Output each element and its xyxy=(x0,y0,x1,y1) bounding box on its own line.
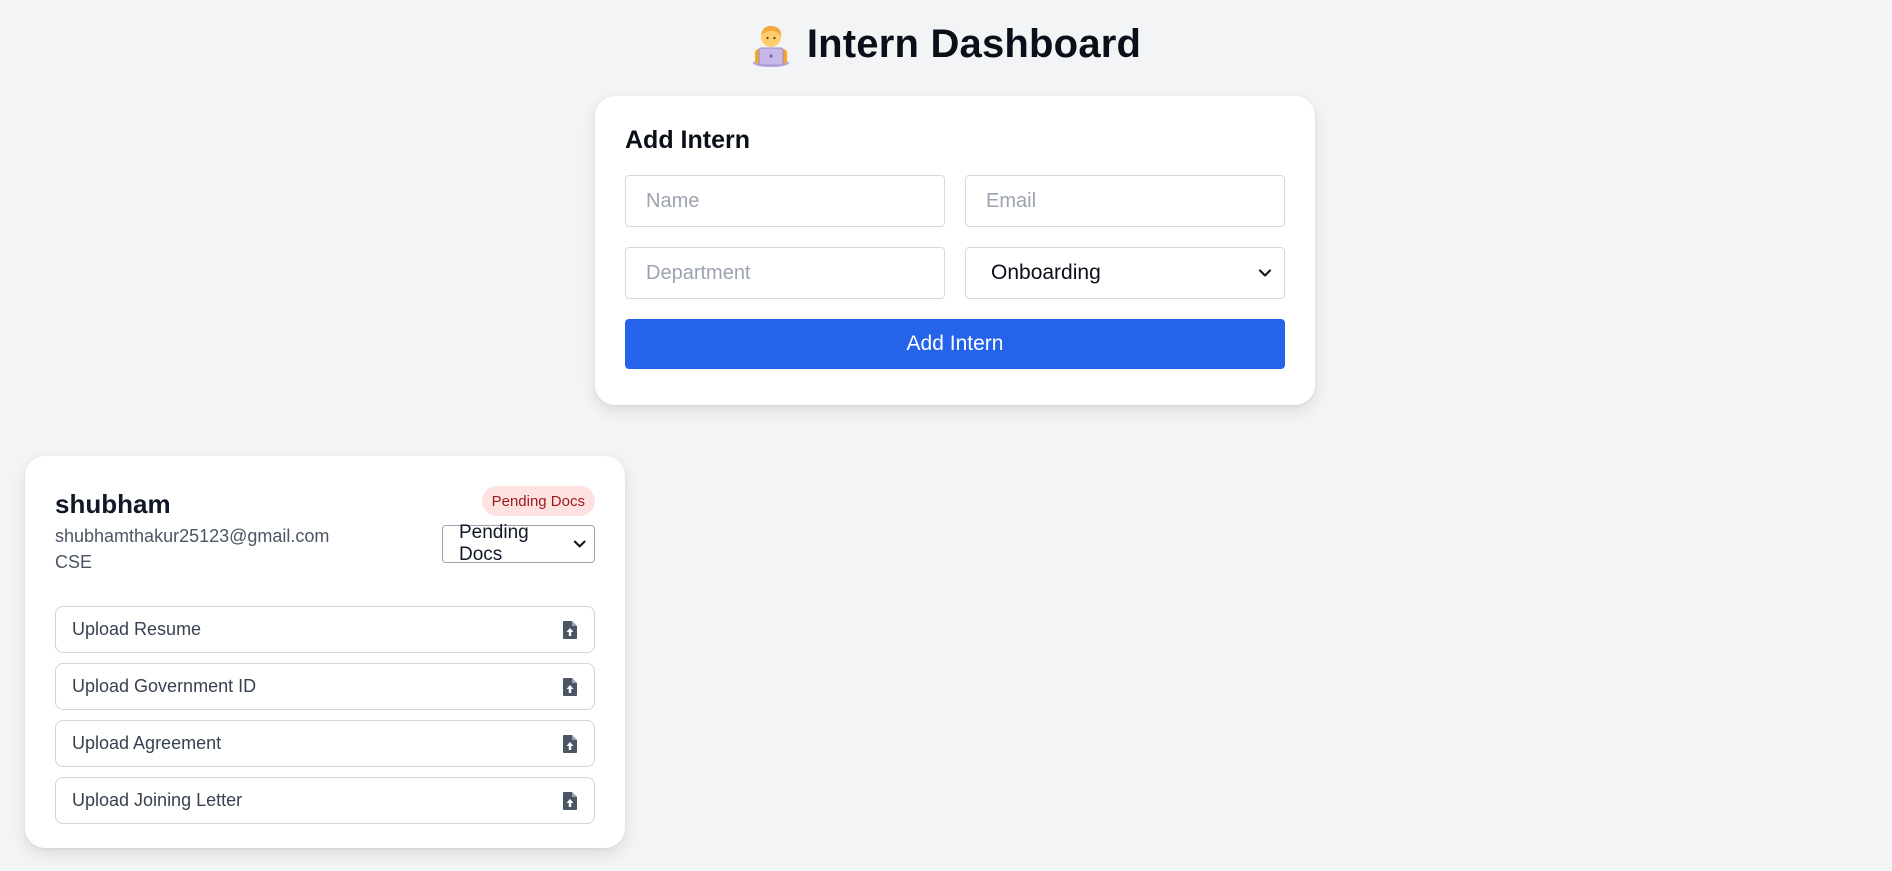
add-intern-button[interactable]: Add Intern xyxy=(625,319,1285,369)
upload-resume-button[interactable]: Upload Resume xyxy=(55,606,595,653)
upload-list: Upload Resume Upload Government ID Uploa… xyxy=(55,606,595,824)
add-intern-heading: Add Intern xyxy=(625,126,750,154)
upload-joining-letter-button[interactable]: Upload Joining Letter xyxy=(55,777,595,824)
upload-label: Upload Joining Letter xyxy=(72,790,243,810)
technologist-emoji-icon xyxy=(751,23,791,67)
upload-agreement-button[interactable]: Upload Agreement xyxy=(55,720,595,767)
name-input[interactable] xyxy=(625,175,945,227)
page: Intern Dashboard Add Intern Onboarding A… xyxy=(0,0,1892,871)
intern-status-value: Pending Docs xyxy=(459,522,529,565)
upload-label: Upload Agreement xyxy=(72,733,222,753)
department-input[interactable] xyxy=(625,247,945,299)
email-input[interactable] xyxy=(965,175,1285,227)
intern-card: shubham shubhamthakur25123@gmail.com CSE… xyxy=(25,456,625,848)
upload-government-id-button[interactable]: Upload Government ID xyxy=(55,663,595,710)
intern-info: shubham shubhamthakur25123@gmail.com CSE xyxy=(55,486,329,606)
status-badge: Pending Docs xyxy=(481,486,595,516)
page-title: Intern Dashboard xyxy=(806,22,1142,66)
status-select[interactable]: Onboarding xyxy=(965,247,1285,299)
file-upload-icon xyxy=(563,791,577,810)
intern-email: shubhamthakur25123@gmail.com xyxy=(55,526,330,546)
file-upload-icon xyxy=(563,677,577,696)
intern-card-header: shubham shubhamthakur25123@gmail.com CSE… xyxy=(55,486,595,606)
chevron-down-icon xyxy=(573,540,586,548)
intern-status-select[interactable]: Pending Docs xyxy=(442,522,595,565)
file-upload-icon xyxy=(563,734,577,753)
file-upload-icon xyxy=(563,620,577,639)
intern-department: CSE xyxy=(55,552,93,572)
chevron-down-icon xyxy=(1258,269,1272,277)
intern-status-area: Pending Docs Pending Docs xyxy=(442,486,595,606)
upload-label: Upload Resume xyxy=(72,619,202,639)
add-intern-card: Add Intern Onboarding Add Intern xyxy=(595,96,1315,405)
add-intern-form: Onboarding xyxy=(625,175,1285,299)
page-header: Intern Dashboard xyxy=(0,22,1892,67)
intern-name: shubham xyxy=(55,489,171,519)
upload-label: Upload Government ID xyxy=(72,676,257,696)
status-select-value: Onboarding xyxy=(991,261,1101,284)
